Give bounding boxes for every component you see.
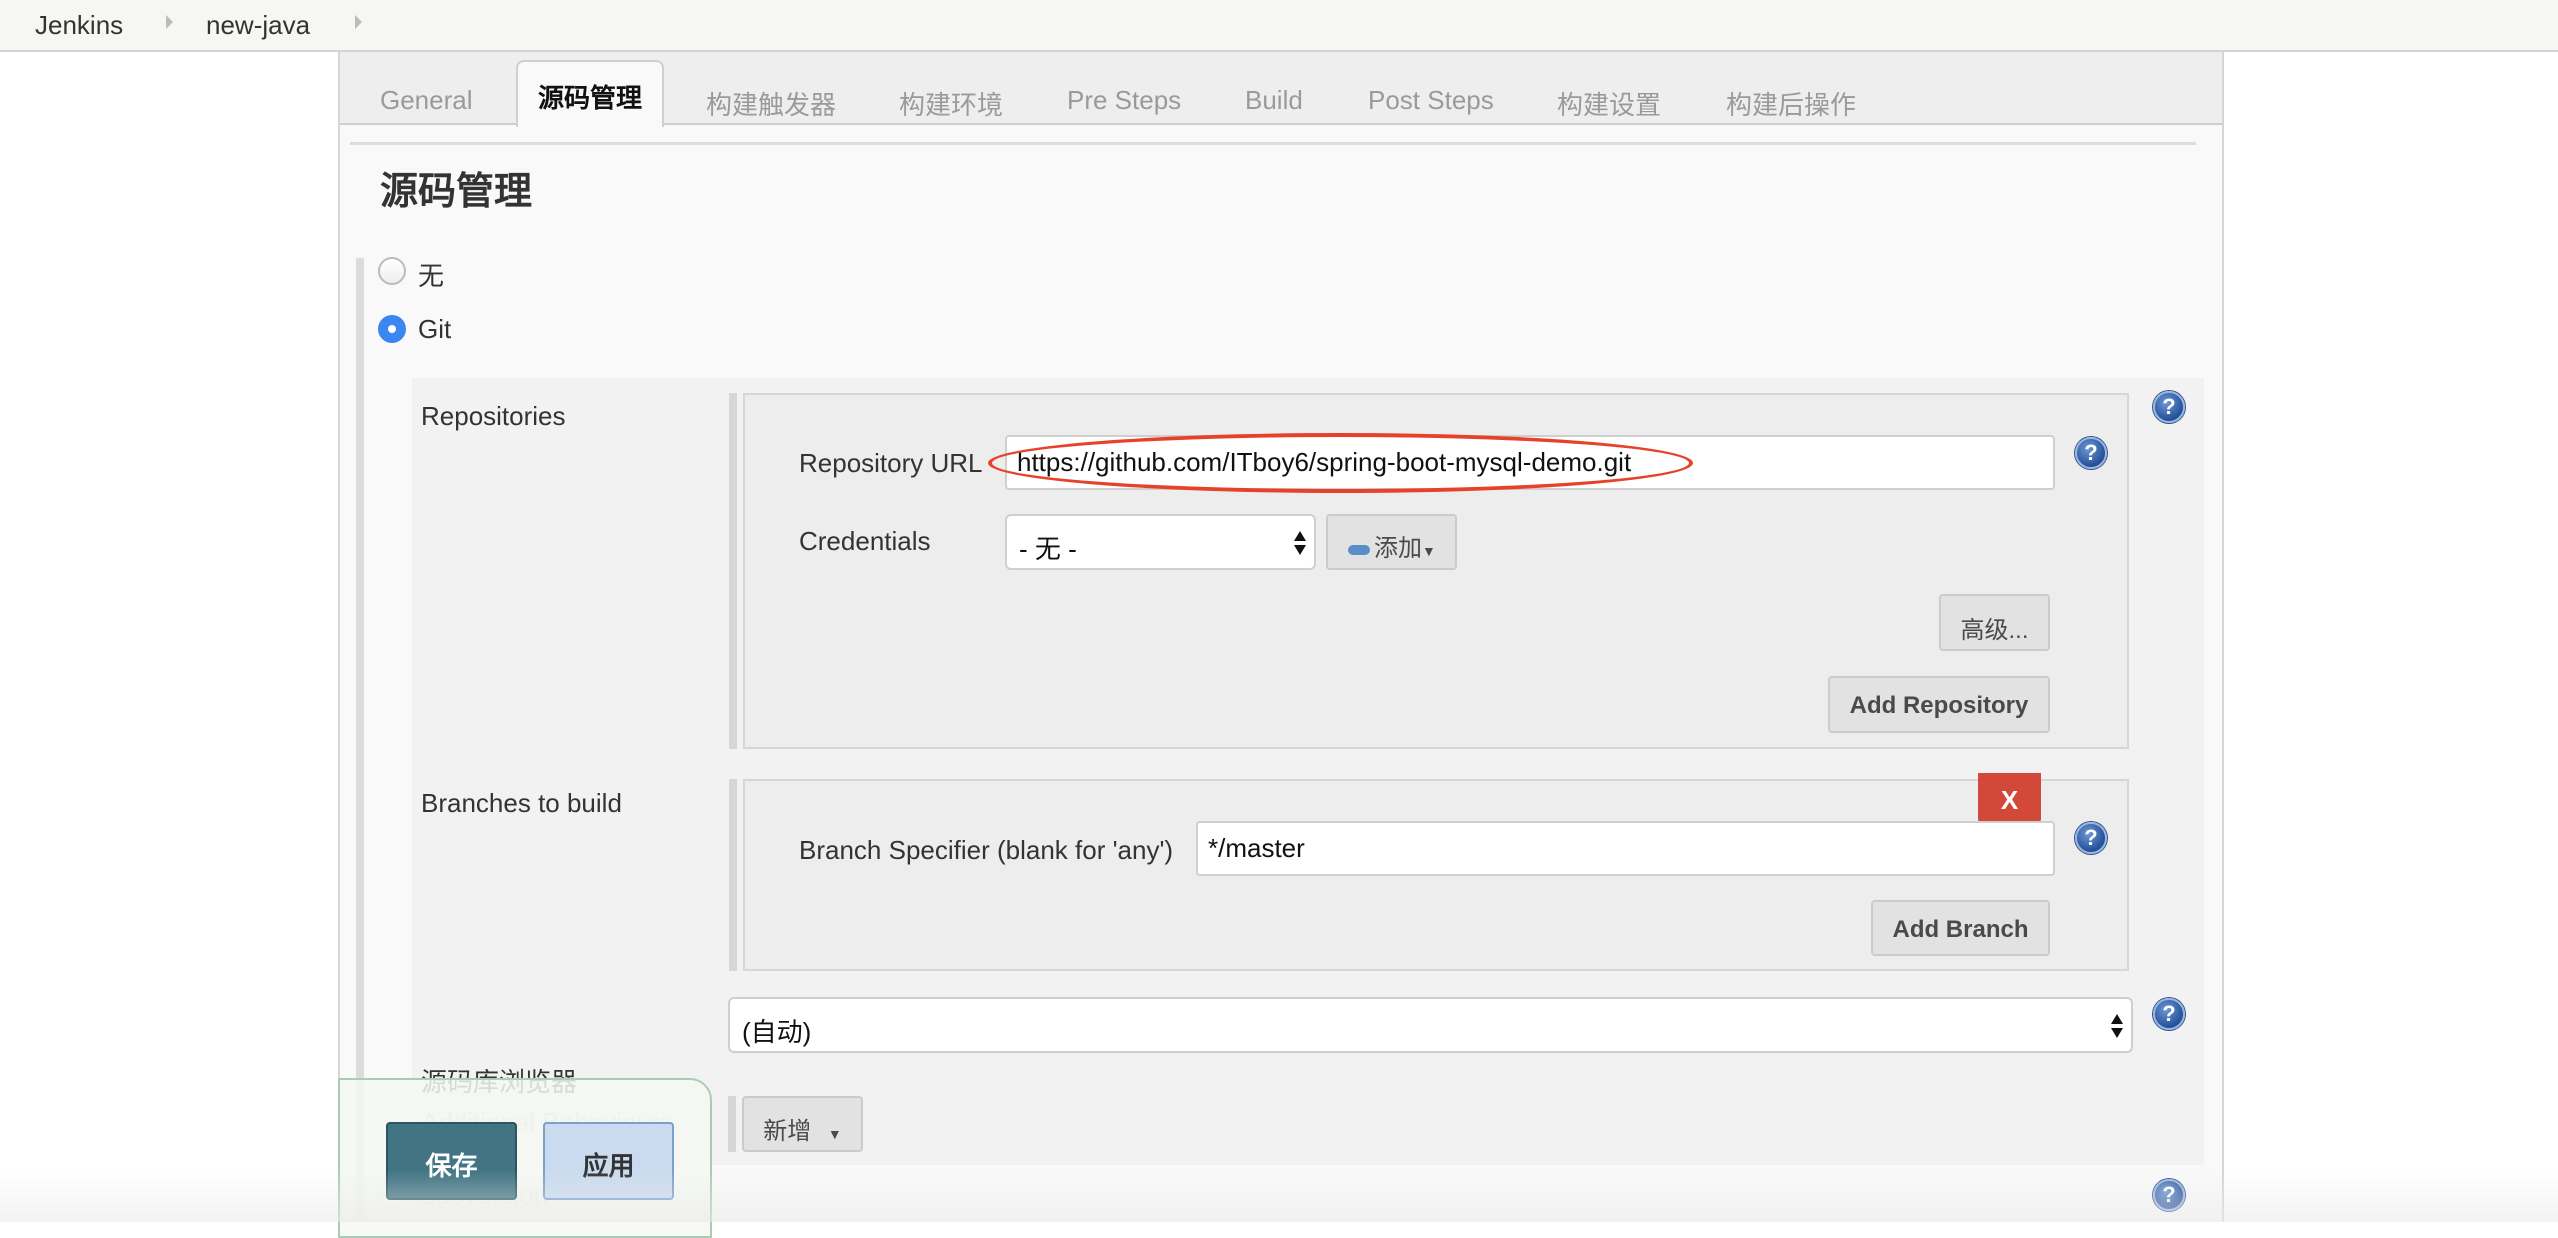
subversion-help-icon[interactable]: ?	[2153, 1179, 2185, 1211]
repository-url-label: Repository URL	[799, 448, 983, 478]
breadcrumb-separator-icon[interactable]	[166, 15, 173, 29]
breadcrumb: Jenkins new-java	[0, 0, 2558, 52]
tab-bar: General 源码管理 构建触发器 构建环境 Pre Steps Build …	[340, 52, 2222, 127]
add-credentials-button[interactable]: 添加▼	[1326, 514, 1457, 570]
tab-build-settings[interactable]: 构建设置	[1557, 72, 1661, 125]
repository-url-help-icon[interactable]: ?	[2075, 437, 2107, 469]
tab-build[interactable]: Build	[1245, 72, 1303, 125]
repo-browser-select[interactable]: (自动)	[728, 997, 2133, 1053]
save-bar: 保存 应用	[338, 1078, 712, 1238]
tab-pre-steps[interactable]: Pre Steps	[1067, 72, 1181, 125]
tab-build-triggers[interactable]: 构建触发器	[706, 72, 836, 125]
credentials-label: Credentials	[799, 526, 931, 556]
branch-specifier-label: Branch Specifier (blank for 'any')	[799, 835, 1174, 865]
tab-scm[interactable]: 源码管理	[516, 60, 665, 127]
add-behaviour-label: 新增	[763, 1118, 812, 1145]
behaviours-rail	[728, 1096, 736, 1152]
delete-branch-button[interactable]: X	[1978, 773, 2041, 823]
add-branch-button[interactable]: Add Branch	[1871, 900, 2050, 956]
add-repository-button[interactable]: Add Repository	[1828, 676, 2050, 733]
credentials-select[interactable]: - 无 -	[1005, 514, 1316, 570]
branches-label: Branches to build	[421, 788, 622, 818]
repositories-help-icon[interactable]: ?	[2153, 391, 2185, 423]
scm-git-radio[interactable]	[378, 315, 406, 343]
section-divider	[350, 142, 2196, 145]
config-panel: General 源码管理 构建触发器 构建环境 Pre Steps Build …	[338, 52, 2224, 1222]
tab-general[interactable]: General	[380, 72, 473, 125]
advanced-button[interactable]: 高级...	[1939, 594, 2050, 651]
select-arrows-icon	[1294, 529, 1306, 557]
section-title: 源码管理	[380, 171, 533, 213]
branch-specifier-input[interactable]	[1196, 821, 2055, 876]
breadcrumb-project[interactable]: new-java	[206, 10, 310, 41]
add-credentials-label: 添加	[1374, 535, 1422, 562]
credentials-selected-value: - 无 -	[1019, 534, 1077, 564]
repositories-label: Repositories	[421, 401, 566, 431]
dropdown-caret-icon: ▼	[1422, 543, 1436, 559]
apply-button[interactable]: 应用	[543, 1122, 674, 1200]
repository-url-input[interactable]	[1005, 435, 2055, 490]
repo-browser-help-icon[interactable]: ?	[2153, 998, 2185, 1030]
scm-none-radio[interactable]	[378, 257, 406, 285]
select-arrows-icon	[2111, 1012, 2123, 1040]
key-icon	[1348, 544, 1370, 555]
repo-browser-selected-value: (自动)	[742, 1017, 812, 1047]
scm-none-label[interactable]: 无	[418, 256, 444, 293]
dropdown-caret-icon: ▼	[827, 1126, 842, 1142]
breadcrumb-separator-icon[interactable]	[355, 15, 362, 29]
breadcrumb-jenkins[interactable]: Jenkins	[35, 10, 123, 41]
tab-build-environment[interactable]: 构建环境	[899, 72, 1003, 125]
tab-post-build-actions[interactable]: 构建后操作	[1726, 72, 1856, 125]
scm-git-label[interactable]: Git	[418, 314, 451, 345]
add-behaviour-button[interactable]: 新增 ▼	[742, 1096, 863, 1152]
tab-post-steps[interactable]: Post Steps	[1368, 72, 1494, 125]
save-button[interactable]: 保存	[386, 1122, 517, 1200]
branch-specifier-help-icon[interactable]: ?	[2075, 822, 2107, 854]
